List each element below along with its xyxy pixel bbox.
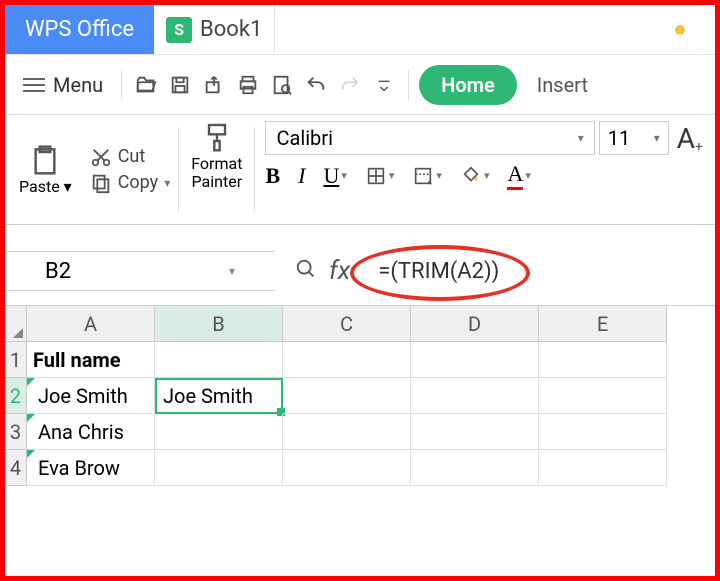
col-header-B[interactable]: B [155,306,283,342]
fx-icon[interactable]: fx [329,256,350,286]
chevron-down-icon: ▾ [654,131,660,145]
cell-A4[interactable]: Eva Brow [27,450,155,486]
paste-label: Paste [19,177,60,196]
spreadsheet-icon: S [166,17,192,43]
chevron-down-icon: ▾ [229,264,235,278]
error-indicator-icon [27,414,35,422]
print-preview-icon[interactable] [268,71,296,99]
col-header-E[interactable]: E [539,306,667,342]
open-icon[interactable] [132,71,160,99]
cell-C1[interactable] [283,342,411,378]
cell-D1[interactable] [411,342,539,378]
format-painter-label-1: Format [191,154,242,173]
cell-C3[interactable] [283,414,411,450]
tab-title: Book1 [200,17,262,42]
cell-C4[interactable] [283,450,411,486]
row-header-1[interactable]: 1 [5,342,27,378]
ribbon-tabs: Menu Home Insert [5,55,715,115]
paste-button[interactable]: Paste ▾ [11,144,80,196]
separator [408,70,409,100]
font-color-button[interactable]: A▾ [507,161,530,190]
font-name-value: Calibri [276,126,333,150]
font-size-value: 11 [608,126,630,150]
cell-E2[interactable] [539,378,667,414]
separator [254,127,255,212]
hamburger-icon [23,78,45,92]
cell-A3[interactable]: Ana Chris [27,414,155,450]
name-box-value: B2 [45,259,71,284]
qat-dropdown-icon[interactable] [370,71,398,99]
format-painter-label-2: Painter [192,172,243,191]
cell-D3[interactable] [411,414,539,450]
cell-D4[interactable] [411,450,539,486]
select-all-corner[interactable] [5,306,27,342]
cell-E4[interactable] [539,450,667,486]
cell-B2[interactable]: Joe Smith [155,378,283,414]
cut-button[interactable]: Cut [90,146,171,168]
cell-B1[interactable] [155,342,283,378]
border-button[interactable]: ▾ [365,165,395,187]
ribbon-tools: Paste ▾ Cut Copy ▾ FormatPainter Calibri… [5,115,715,225]
name-box[interactable]: B2 ▾ [5,251,275,291]
copy-label: Copy [118,172,159,193]
save-icon[interactable] [166,71,194,99]
col-header-C[interactable]: C [283,306,411,342]
share-icon[interactable] [200,71,228,99]
status-dot-icon [675,25,685,35]
bold-button[interactable]: B [265,163,280,189]
cell-style-button[interactable]: ▾ [412,165,442,187]
error-indicator-icon [27,378,35,386]
font-size-select[interactable]: 11 ▾ [599,121,669,155]
title-spacer [275,5,715,54]
paste-group: Paste ▾ [7,121,84,218]
italic-button[interactable]: I [298,163,305,189]
formula-value: =(TRIM(A2)) [378,259,499,284]
tab-insert[interactable]: Insert [521,73,604,97]
zoom-icon[interactable] [295,258,317,284]
undo-icon[interactable] [302,71,330,99]
cell-E1[interactable] [539,342,667,378]
cell-D2[interactable] [411,378,539,414]
font-grow-icon[interactable]: A+ [673,121,707,155]
menu-button[interactable]: Menu [15,69,111,101]
cell-B3[interactable] [155,414,283,450]
col-header-A[interactable]: A [27,306,155,342]
formula-bar: B2 ▾ fx =(TRIM(A2)) [5,241,715,301]
cell-C2[interactable] [283,378,411,414]
spreadsheet-grid[interactable]: A B C D E 1 Full name 2 Joe Smith Joe Sm… [5,305,715,486]
cell-B4[interactable] [155,450,283,486]
redo-icon[interactable] [336,71,364,99]
menu-label: Menu [53,73,103,97]
row-header-4[interactable]: 4 [5,450,27,486]
separator [121,70,122,100]
cell-E3[interactable] [539,414,667,450]
title-bar: WPS Office S Book1 [5,5,715,55]
cell-A1[interactable]: Full name [27,342,155,378]
chevron-down-icon: ▾ [578,131,584,145]
cut-label: Cut [118,146,146,167]
app-name: WPS Office [5,5,154,54]
fill-color-button[interactable]: ▾ [460,165,490,187]
col-header-D[interactable]: D [411,306,539,342]
font-group: Calibri ▾ 11 ▾ A+ B I U▾ ▾ ▾ ▾ A▾ [259,121,713,218]
document-tab[interactable]: S Book1 [154,5,275,54]
underline-button[interactable]: U▾ [323,163,346,189]
row-header-3[interactable]: 3 [5,414,27,450]
copy-button[interactable]: Copy ▾ [90,172,171,194]
tab-home[interactable]: Home [419,65,517,105]
print-icon[interactable] [234,71,262,99]
cell-A2[interactable]: Joe Smith [27,378,155,414]
font-name-select[interactable]: Calibri ▾ [265,121,594,155]
quick-access-toolbar [132,71,398,99]
error-indicator-icon [27,450,35,458]
formula-input[interactable]: =(TRIM(A2)) [362,257,515,286]
row-header-2[interactable]: 2 [5,378,27,414]
clipboard-group: Cut Copy ▾ [86,121,175,218]
separator [178,127,179,212]
format-painter-button[interactable]: FormatPainter [183,121,250,218]
